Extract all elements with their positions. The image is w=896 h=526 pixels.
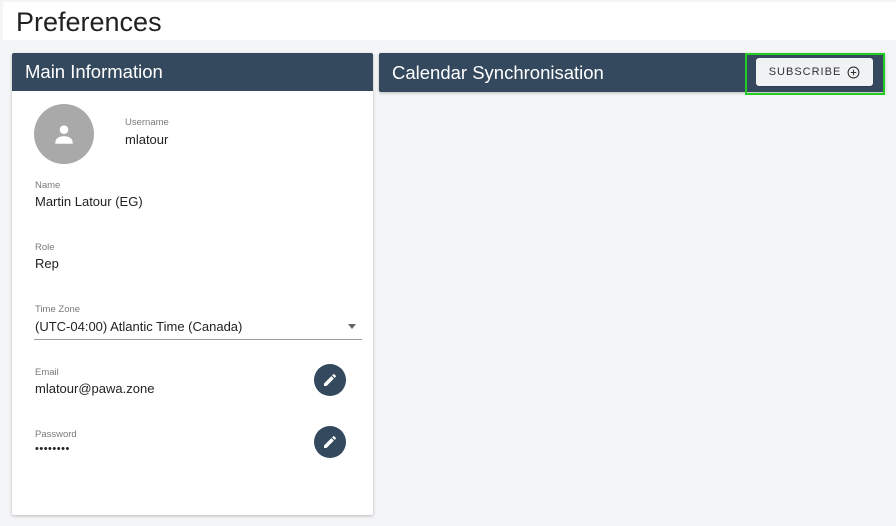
username-value: mlatour <box>125 132 169 147</box>
password-label: Password <box>35 429 77 440</box>
pencil-icon <box>324 435 337 448</box>
calendar-sync-title: Calendar Synchronisation <box>392 61 604 83</box>
page-title: Preferences <box>16 7 162 37</box>
subscribe-button[interactable]: SUBSCRIBE <box>756 58 873 86</box>
email-label: Email <box>35 367 59 378</box>
edit-email-button[interactable] <box>314 364 346 396</box>
timezone-label: Time Zone <box>35 304 81 315</box>
role-value: Rep <box>35 256 59 271</box>
role-label: Role <box>35 242 55 253</box>
name-label: Name <box>35 180 61 191</box>
page-header: Preferences <box>3 2 896 40</box>
dropdown-arrow-icon[interactable] <box>348 324 356 329</box>
main-information-header: Main Information <box>12 53 373 91</box>
password-value: •••••••• <box>35 443 70 455</box>
email-value: mlatour@pawa.zone <box>35 381 155 396</box>
avatar <box>34 104 94 164</box>
pencil-icon <box>324 373 337 386</box>
username-label: Username <box>125 117 169 128</box>
subscribe-label: SUBSCRIBE <box>768 66 842 78</box>
timezone-select[interactable]: (UTC-04:00) Atlantic Time (Canada) <box>35 319 242 334</box>
name-value: Martin Latour (EG) <box>35 194 143 209</box>
add-circle-icon <box>847 66 860 78</box>
timezone-underline <box>34 339 362 340</box>
edit-password-button[interactable] <box>314 426 346 458</box>
main-information-card: Main Information Username mlatour Name M… <box>12 53 373 515</box>
person-icon <box>55 125 73 144</box>
